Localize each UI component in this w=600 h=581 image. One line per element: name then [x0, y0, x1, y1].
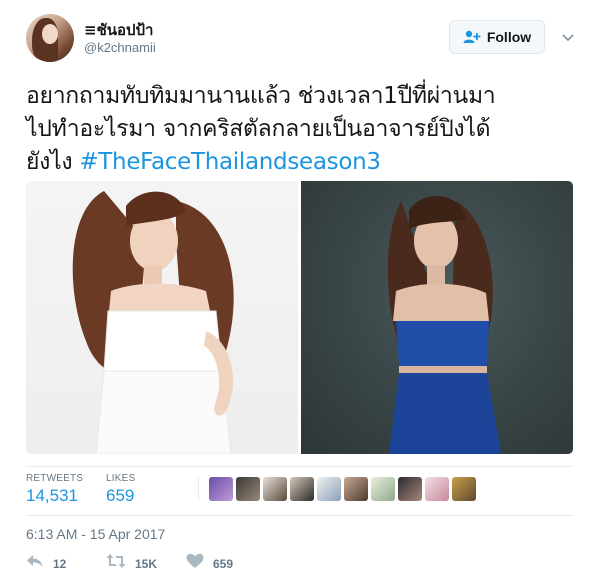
like-button[interactable]: 659	[186, 553, 233, 574]
likes-count: 659	[106, 486, 135, 505]
reply-count: 12	[53, 556, 67, 571]
tweet-media	[26, 181, 573, 454]
tweet-header: ≡ชันอปป้า @k2chnamii Follow	[26, 14, 586, 70]
hashtag-link[interactable]: #TheFaceThailandseason3	[79, 149, 381, 175]
liker-avatar[interactable]	[344, 477, 368, 501]
follow-button[interactable]: Follow	[449, 20, 545, 54]
retweet-button[interactable]: 15K	[106, 553, 157, 574]
tweet-stats: RETWEETS 14,531 LIKES 659	[26, 466, 573, 516]
tweet-text-line: อยากถามทับทิมมานานแล้ว ช่วงเวลา1ปีที่ผ่า…	[26, 83, 496, 109]
liker-avatars	[198, 477, 476, 501]
photo-blue-dress[interactable]	[301, 181, 573, 454]
liker-avatar[interactable]	[452, 477, 476, 501]
photo-blue-dress-art	[387, 196, 501, 454]
avatar-face	[42, 24, 58, 44]
follow-label: Follow	[486, 29, 532, 45]
tweet-text-line: ไปทำอะไรมา จากคริสตัลกลายเป็นอาจารย์ปิงไ…	[26, 116, 491, 142]
likes-stat[interactable]: LIKES 659	[106, 473, 135, 506]
liker-avatar[interactable]	[209, 477, 233, 501]
tweet-actions: 12 15K 659	[26, 553, 573, 575]
like-count: 659	[213, 556, 234, 571]
chevron-down-icon[interactable]	[558, 28, 578, 48]
tweet-text-line: ยังไง #TheFaceThailandseason3	[26, 146, 586, 179]
liker-avatar[interactable]	[425, 477, 449, 501]
follow-user-icon	[463, 30, 481, 44]
reply-icon	[26, 553, 44, 574]
liker-avatar[interactable]	[263, 477, 287, 501]
retweets-label: RETWEETS	[26, 473, 84, 484]
user-handle[interactable]: @k2chnamii	[84, 40, 156, 55]
likes-label: LIKES	[106, 473, 136, 484]
liker-avatar[interactable]	[317, 477, 341, 501]
tweet-text-segment: ยังไง	[26, 149, 73, 175]
avatar[interactable]	[26, 14, 74, 62]
liker-avatar[interactable]	[398, 477, 422, 501]
liker-avatar[interactable]	[290, 477, 314, 501]
tweet-text: อยากถามทับทิมมานานแล้ว ช่วงเวลา1ปีที่ผ่า…	[26, 80, 586, 179]
display-name[interactable]: ≡ชันอปป้า	[84, 18, 153, 42]
retweets-count: 14,531	[26, 486, 78, 505]
heart-icon	[186, 553, 204, 574]
retweets-stat[interactable]: RETWEETS 14,531	[26, 473, 83, 506]
reply-button[interactable]: 12	[26, 553, 66, 574]
tweet-timestamp[interactable]: 6:13 AM - 15 Apr 2017	[26, 526, 165, 542]
liker-avatar[interactable]	[371, 477, 395, 501]
photo-white-dress[interactable]	[26, 181, 298, 454]
retweet-icon	[106, 553, 126, 574]
retweet-count: 15K	[135, 556, 158, 571]
liker-avatar[interactable]	[236, 477, 260, 501]
photo-white-dress-art	[72, 191, 234, 454]
